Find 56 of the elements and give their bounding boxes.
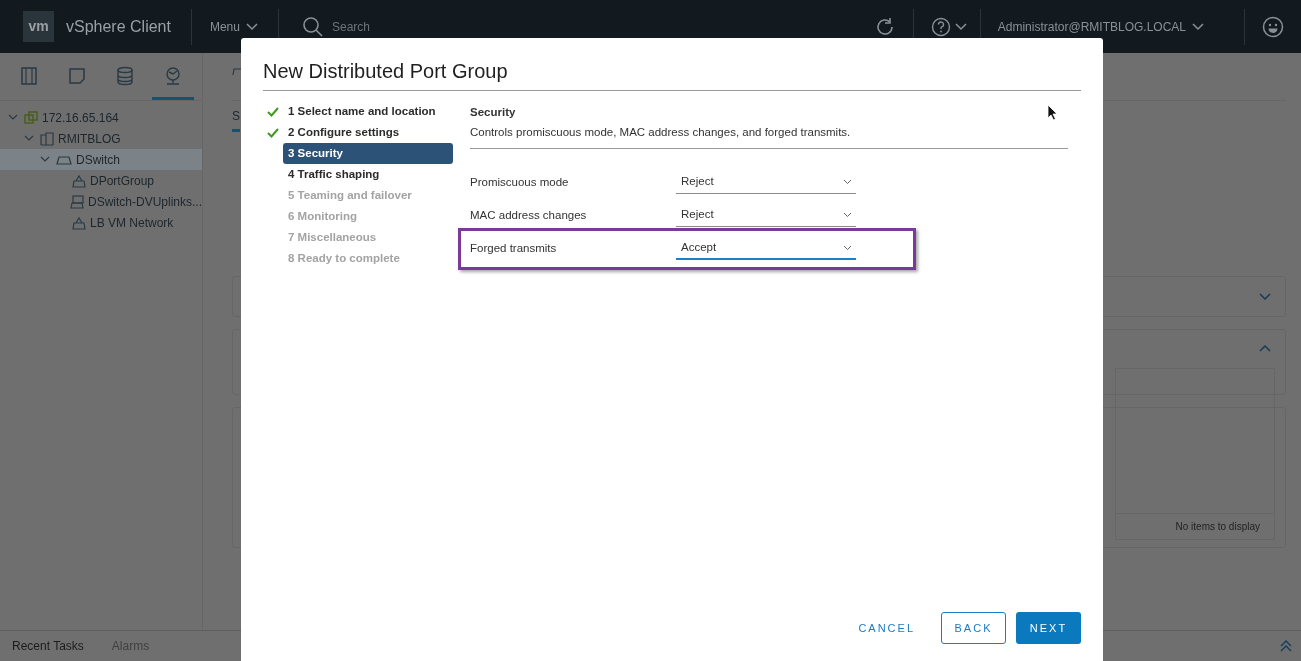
network-icon [164, 65, 182, 86]
tree-item[interactable]: RMITBLOG [58, 129, 121, 148]
chevron-down-icon[interactable] [40, 156, 52, 163]
dialog-title: New Distributed Port Group [263, 56, 1081, 91]
help-button[interactable] [930, 16, 967, 37]
network-icon [72, 173, 86, 188]
menu-button[interactable]: Menu [209, 17, 258, 36]
help-icon [930, 16, 951, 37]
chevron-down-icon [1192, 22, 1204, 31]
wizard-step[interactable]: 3 Security [283, 143, 453, 164]
chevron-down-icon[interactable] [24, 135, 36, 142]
chevron-down-icon [954, 22, 967, 31]
field-label: Promiscuous mode [470, 174, 570, 190]
chevron-down-icon [843, 244, 852, 251]
empty-message: No items to display [1175, 520, 1260, 534]
section-description: Controls promiscuous mode, MAC address changes, and forged transmits. [470, 124, 1068, 149]
tree-item[interactable]: 172.16.65.164 [42, 108, 119, 127]
field-label: MAC address changes [470, 207, 588, 223]
field-label: Forged transmits [470, 240, 558, 256]
tree-item[interactable]: DSwitch-DVUplinks... [87, 192, 202, 211]
chevron-down-icon[interactable] [8, 114, 20, 121]
search-field[interactable]: Search [332, 17, 532, 36]
server-icon [24, 110, 38, 125]
search-icon [302, 15, 324, 38]
wizard-step[interactable]: 2 Configure settings [283, 122, 453, 143]
wizard-step[interactable]: 4 Traffic shaping [283, 164, 453, 185]
dropdown[interactable]: Accept [676, 237, 856, 260]
logo: vm [23, 11, 54, 42]
vms-icon [68, 65, 86, 86]
user-menu[interactable]: Administrator@RMITBLOG.LOCAL [997, 17, 1204, 36]
chevron-down-icon [843, 212, 852, 218]
chevron-down-icon [843, 179, 852, 185]
back-button[interactable]: BACK [941, 612, 1006, 644]
app-title: vSphere Client [66, 16, 171, 37]
chevron-down-icon[interactable] [1259, 292, 1271, 301]
section-title: Security [470, 105, 516, 120]
dropdown[interactable]: Reject [676, 171, 856, 194]
cursor-icon [1047, 104, 1058, 121]
hosts-icon [20, 65, 38, 86]
cancel-button[interactable]: CANCEL [842, 612, 931, 644]
storage-icon [116, 65, 134, 86]
dropdown[interactable]: Reject [676, 204, 856, 227]
uplink-icon [69, 194, 84, 209]
chevron-up-icon[interactable] [1259, 344, 1271, 352]
tree-item[interactable]: LB VM Network [90, 213, 174, 232]
tree-item[interactable]: DSwitch [76, 150, 120, 169]
network-icon [72, 215, 86, 230]
chevron-down-icon [246, 22, 258, 31]
smiley-icon[interactable] [1262, 15, 1284, 38]
next-button[interactable]: NEXT [1016, 612, 1081, 644]
tree-item[interactable]: DPortGroup [90, 171, 155, 190]
bottom-tab[interactable]: Recent Tasks [12, 637, 84, 655]
expand-up-icon[interactable] [1280, 640, 1292, 652]
wizard-step[interactable]: 1 Select name and location [283, 101, 453, 122]
building-icon [40, 131, 54, 146]
switch-icon [56, 153, 72, 166]
